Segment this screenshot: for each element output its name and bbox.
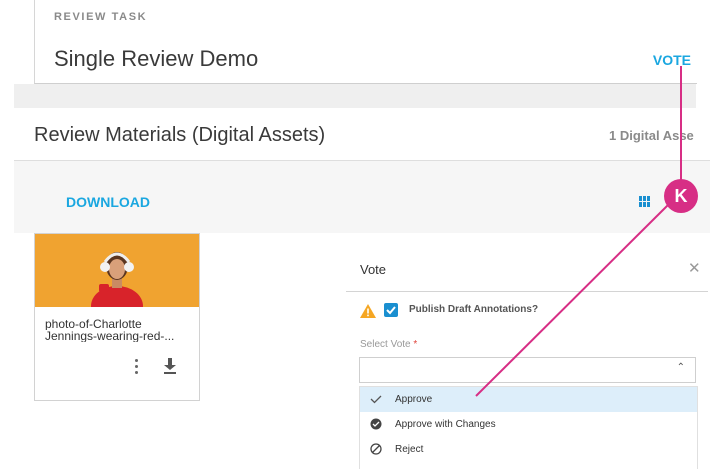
check-icon <box>370 393 382 405</box>
vote-select[interactable]: ⌃ <box>359 357 696 383</box>
reject-icon <box>370 443 382 455</box>
grid-view-icon[interactable] <box>639 196 652 207</box>
asset-name: photo-of-Charlotte Jennings-wearing-red-… <box>45 318 175 342</box>
asset-count: 1 Digital Asse <box>609 128 694 143</box>
publish-draft-label: Publish Draft Annotations? <box>409 304 539 315</box>
vote-button[interactable]: VOTE <box>653 52 691 68</box>
option-approve[interactable]: Approve <box>360 387 697 412</box>
asset-card[interactable]: photo-of-Charlotte Jennings-wearing-red-… <box>34 233 200 401</box>
option-reject[interactable]: Reject <box>360 437 697 462</box>
select-vote-label: Select Vote * <box>360 339 418 350</box>
task-label: REVIEW TASK <box>54 11 148 23</box>
vote-options-menu: Approve Approve with Changes Reject <box>359 386 698 469</box>
materials-title: Review Materials (Digital Assets) <box>34 124 326 146</box>
asset-thumbnail[interactable] <box>35 234 199 307</box>
approve-with-changes-icon <box>370 418 382 430</box>
warning-icon <box>360 304 376 323</box>
vote-panel: Vote ✕ Publish Draft Annotations? Select… <box>346 248 710 469</box>
option-approve-with-changes[interactable]: Approve with Changes <box>360 412 697 437</box>
section-separator <box>14 84 696 108</box>
vote-panel-header: Vote ✕ <box>346 248 708 292</box>
more-vertical-icon[interactable] <box>135 359 139 377</box>
download-button[interactable]: DOWNLOAD <box>66 194 150 210</box>
annotation-badge: K <box>664 179 698 213</box>
close-icon[interactable]: ✕ <box>688 259 701 277</box>
download-icon[interactable] <box>163 358 177 379</box>
publish-draft-checkbox[interactable] <box>384 303 398 317</box>
task-header: REVIEW TASK Single Review Demo VOTE <box>34 0 697 84</box>
vote-panel-title: Vote <box>360 262 387 277</box>
task-title: Single Review Demo <box>54 46 259 71</box>
chevron-up-icon: ⌃ <box>676 362 685 373</box>
